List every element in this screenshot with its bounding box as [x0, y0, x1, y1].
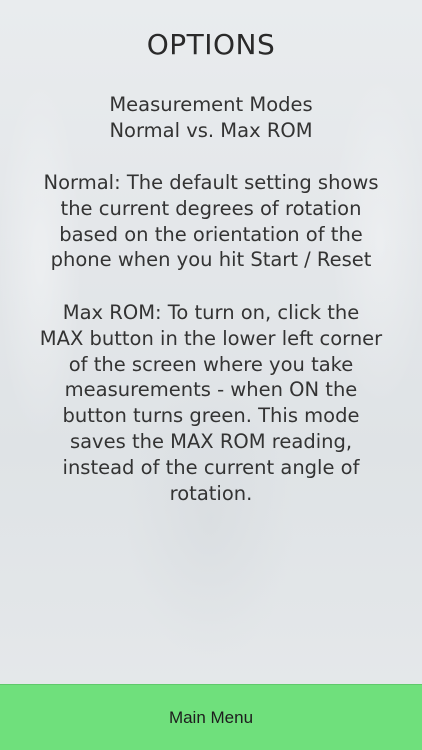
max-rom-description: Max ROM: To turn on, click the MAX butto…: [39, 301, 383, 505]
normal-mode-description: Normal: The default setting shows the cu…: [43, 171, 379, 272]
modes-heading: Measurement Modes Normal vs. Max ROM: [109, 93, 313, 142]
main-menu-label: Main Menu: [168, 708, 254, 727]
page-title: OPTIONS: [146, 28, 276, 61]
main-menu-button[interactable]: Main Menu: [0, 684, 422, 750]
